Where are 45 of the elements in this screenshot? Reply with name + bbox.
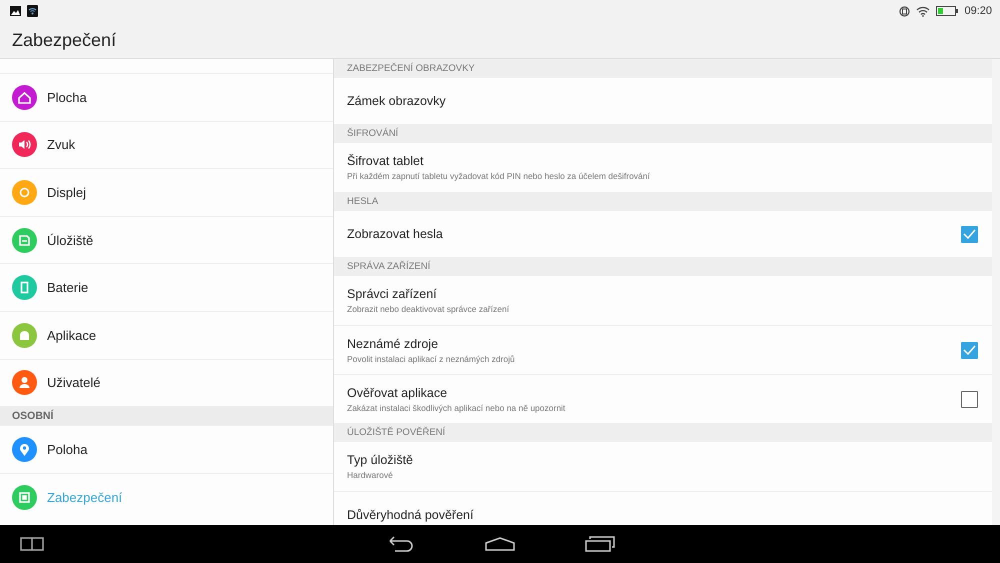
setting-title: Šifrovat tablet — [347, 154, 424, 168]
setting-title: Ověřovat aplikace — [347, 386, 448, 400]
setting-summary: Povolit instalaci aplikací z neznámých zdrojů — [347, 354, 516, 364]
settings-row[interactable]: Zobrazovat hesla — [334, 211, 992, 257]
settings-row[interactable]: Zámek obrazovky — [334, 78, 992, 124]
clock-time: 09:20 — [964, 5, 992, 17]
setting-title: Typ úložiště — [347, 453, 414, 467]
checkbox[interactable] — [961, 226, 978, 242]
setting-summary: Hardwarové — [347, 470, 394, 480]
picture-icon — [10, 6, 21, 16]
split-screen-icon[interactable] — [20, 537, 44, 551]
wifi-signal-icon — [916, 6, 930, 16]
setting-summary: Zobrazit nebo deaktivovat správce zařízení — [347, 304, 510, 314]
checkbox[interactable] — [961, 342, 978, 358]
wifi-icon — [27, 5, 38, 17]
checkbox[interactable] — [961, 390, 978, 408]
home-icon[interactable] — [485, 537, 515, 551]
setting-title: Neznámé zdroje — [347, 336, 440, 350]
settings-row[interactable]: Typ úložiště Hardwarové — [334, 442, 992, 491]
settings-menu-item[interactable]: Displej — [0, 168, 333, 216]
section-header: ŠIFROVÁNÍ — [334, 124, 992, 143]
recent-apps-icon[interactable] — [585, 536, 615, 552]
back-icon[interactable] — [387, 536, 415, 552]
battery-icon — [936, 6, 958, 16]
settings-menu-item[interactable]: Zvuk — [0, 120, 333, 168]
setting-summary: Zakázat instalaci škodlivých aplikací nebo na ně upozornit — [347, 402, 566, 412]
setting-title: Důvěryhodná pověření — [347, 508, 474, 522]
settings-menu-item[interactable]: Aplikace — [0, 310, 333, 359]
settings-menu-item[interactable]: Plocha — [0, 73, 333, 121]
screen-title: Zabezpečení — [12, 30, 116, 50]
setting-title: Správci zařízení — [347, 287, 438, 301]
settings-row[interactable]: Správci zařízení Zobrazit nebo deaktivovat správce zařízení — [334, 276, 992, 325]
settings-menu-item[interactable]: Poloha — [0, 425, 333, 473]
settings-row[interactable]: Šifrovat tablet Při každém zapnutí tabletu vyžadovat kód PIN nebo heslo za účelem dešifrování — [334, 143, 992, 192]
settings-menu-item[interactable]: Úložiště — [0, 216, 333, 264]
setting-title: Zobrazovat hesla — [347, 227, 444, 241]
section-header: OSOBNÍ — [0, 406, 333, 426]
setting-summary: Při každém zapnutí tabletu vyžadovat kód PIN nebo heslo za účelem dešifrování — [347, 171, 651, 181]
section-header: HESLA — [334, 192, 992, 211]
settings-menu-item[interactable]: Baterie — [0, 263, 333, 311]
section-header: ZABEZPEČENÍ OBRAZOVKY — [334, 59, 992, 78]
settings-row[interactable]: Neznámé zdroje Povolit instalaci aplikací z neznámých zdrojů — [334, 325, 992, 374]
section-header: SPRÁVA ZAŘÍZENÍ — [334, 257, 992, 276]
setting-title: Zámek obrazovky — [347, 94, 447, 108]
section-header: ÚLOŽIŠTĚ POVĚŘENÍ — [334, 423, 992, 442]
